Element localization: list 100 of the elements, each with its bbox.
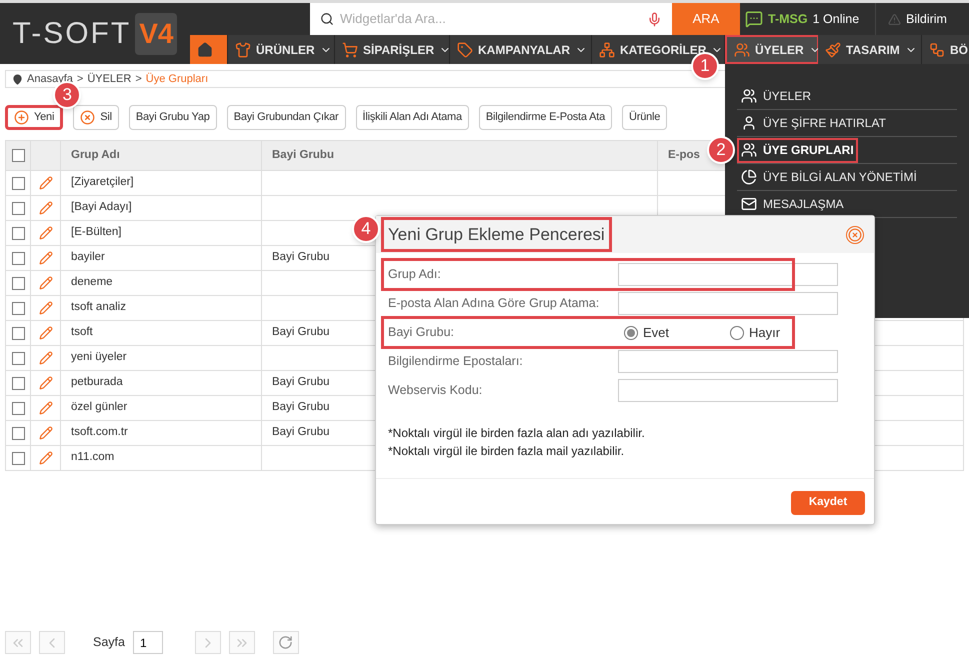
nav-menu-item[interactable]: SİPARİŞLER [335, 35, 450, 64]
previous-page-button[interactable] [39, 631, 65, 654]
toolbar-button[interactable]: Bilgilendirme E-Posta Ata [478, 105, 612, 130]
edit-icon[interactable] [38, 451, 52, 465]
checkbox[interactable] [12, 276, 24, 290]
toolbar-button[interactable]: Ürünle [622, 105, 668, 130]
location-pin-icon [12, 74, 23, 84]
close-button[interactable] [846, 226, 864, 244]
new-button[interactable]: Yeni [5, 105, 64, 130]
note-text: *Noktalı virgül ile birden fazla alan adı yazılabilir. [388, 425, 646, 442]
page-label: Sayfa [93, 634, 125, 652]
menu-item[interactable]: ÜYE GRUPLARI [737, 138, 858, 162]
menu-item[interactable]: MESAJLAŞMA [737, 192, 848, 216]
nav-menu-item[interactable]: ÜYELER [725, 35, 818, 64]
input-field[interactable] [618, 263, 838, 286]
menu-item[interactable]: ÜYELER [737, 84, 816, 108]
table-cell-text: Bayi Grubu [272, 425, 330, 440]
table-cell-text: tsoft [71, 325, 93, 340]
nav-menu-item[interactable]: BÖ [922, 35, 969, 64]
checkbox[interactable] [12, 452, 24, 464]
field-label: Webservis Kodu: [388, 382, 484, 400]
users-icon [741, 88, 757, 104]
nav-menu-item[interactable]: KAMPANYALAR [450, 35, 592, 64]
menu-item[interactable]: ÜYE BİLGİ ALAN YÖNETİMİ [737, 164, 921, 190]
checkbox[interactable] [12, 202, 24, 214]
close-icon [848, 228, 862, 242]
input-field[interactable] [618, 292, 838, 315]
edit-icon[interactable] [38, 376, 52, 390]
table-cell-text: Bayi Grubu [272, 250, 330, 266]
column-header[interactable]: Bayi Grubu [272, 146, 334, 164]
edit-icon[interactable] [38, 201, 52, 215]
edit-icon[interactable] [38, 401, 52, 415]
field-label: Grup Adı: [388, 266, 442, 284]
radio-option[interactable]: Evet [624, 322, 688, 342]
input-field[interactable] [618, 350, 838, 373]
user-icon [741, 115, 757, 131]
edit-icon[interactable] [38, 326, 52, 340]
edit-icon[interactable] [38, 426, 52, 440]
edit-icon[interactable] [38, 301, 52, 315]
checkbox[interactable] [12, 326, 24, 340]
pie-chart-icon [741, 169, 757, 185]
checkbox[interactable] [12, 352, 24, 364]
refresh-button[interactable] [272, 631, 299, 654]
column-header[interactable]: Grup Adı [71, 146, 120, 164]
next-page-button[interactable] [194, 631, 221, 654]
brush-icon [825, 42, 841, 58]
nav-menu-item[interactable]: ÜRÜNLER [228, 35, 335, 64]
step-badge: 4 [352, 215, 380, 243]
checkbox[interactable] [12, 402, 24, 414]
edit-icon[interactable] [38, 176, 52, 190]
checkbox[interactable] [12, 426, 24, 440]
tag-icon [457, 42, 473, 58]
checkbox[interactable] [12, 149, 24, 162]
column-header[interactable]: E-pos [668, 146, 700, 164]
delete-button[interactable]: Sil [73, 105, 119, 130]
toolbar-button[interactable]: Bayi Grubundan Çıkar [226, 105, 346, 130]
table-cell-text: petburada [71, 375, 123, 390]
warning-icon [888, 12, 901, 26]
microphone-icon [647, 12, 662, 26]
toolbar-button[interactable]: Bayi Grubu Yap [128, 105, 217, 130]
toolbar-button[interactable]: İlişkili Alan Adı Atama [356, 105, 469, 130]
x-circle-icon [80, 110, 96, 125]
search-field[interactable]: Widgetlar'da Ara... [340, 9, 641, 29]
search-icon [320, 12, 334, 26]
last-page-button[interactable] [228, 631, 255, 654]
edit-icon[interactable] [38, 226, 52, 240]
table-cell-text: bayiler [71, 250, 105, 266]
breadcrumb-link[interactable]: ÜYELER [87, 70, 132, 88]
table-cell-text: [Ziyaretçiler] [71, 175, 134, 190]
radio-option[interactable]: Hayır [730, 322, 794, 342]
breadcrumb-separator: > [135, 72, 142, 87]
home-button[interactable] [190, 35, 228, 64]
shirt-icon [235, 42, 251, 58]
checkbox[interactable] [12, 226, 24, 240]
dialog-title: Yeni Grup Ekleme Penceresi [381, 216, 612, 252]
checkbox[interactable] [12, 376, 24, 390]
home-icon [197, 42, 213, 58]
search-box[interactable]: Widgetlar'da Ara... [310, 3, 672, 35]
checkbox[interactable] [12, 176, 24, 190]
logo-badge: V4 [135, 12, 178, 54]
input-field[interactable] [618, 379, 838, 402]
edit-icon[interactable] [38, 351, 52, 365]
checkbox[interactable] [12, 252, 24, 264]
radio-icon [730, 326, 744, 340]
menu-item[interactable]: ÜYE ŞİFRE HATIRLAT [737, 110, 890, 136]
radio-icon [624, 326, 638, 340]
field-label: Bayi Grubu: [388, 324, 456, 342]
table-cell-text: tsoft analiz [71, 300, 126, 316]
table-cell-text: Bayi Grubu [272, 375, 330, 390]
table-cell-text: n11.com [71, 450, 114, 466]
nav-menu-item[interactable]: TASARIM [818, 35, 922, 64]
edit-icon[interactable] [38, 251, 52, 265]
notifications-button[interactable]: Bildirim [876, 3, 969, 35]
table-cell-text: yeni üyeler [71, 350, 127, 366]
page-input[interactable]: 1 [132, 631, 163, 654]
logo-text: T-SOFT [12, 16, 132, 52]
edit-icon[interactable] [38, 276, 52, 290]
first-page-button[interactable] [5, 631, 31, 654]
checkbox[interactable] [12, 302, 24, 314]
group-icon [741, 142, 757, 158]
